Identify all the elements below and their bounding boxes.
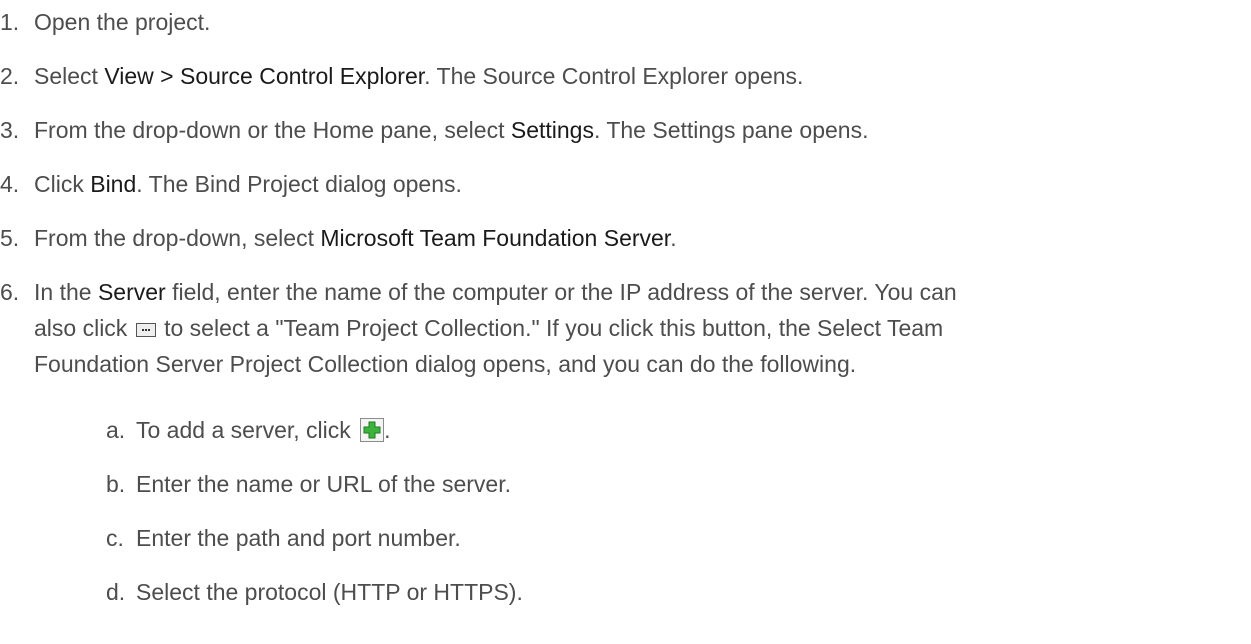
text-segment: In the bbox=[34, 279, 98, 305]
step-text: Click Bind. The Bind Project dialog open… bbox=[34, 166, 462, 202]
text-segment: To add a server, click bbox=[136, 417, 358, 443]
ui-reference: Settings bbox=[510, 117, 594, 143]
ui-reference: View > Source Control Explorer bbox=[104, 63, 425, 89]
text-segment: field, enter the name of the computer or… bbox=[165, 279, 957, 305]
substep-letter: d. bbox=[106, 579, 126, 605]
ui-reference: Server bbox=[97, 279, 166, 305]
text-segment: . The Settings pane opens. bbox=[593, 117, 869, 143]
substep-letter: b. bbox=[106, 471, 126, 497]
substep-text: Select the protocol (HTTP or HTTPS). bbox=[136, 579, 523, 605]
step-number: 3. bbox=[0, 117, 20, 143]
text-segment: also click bbox=[34, 315, 134, 341]
step-text: also click to select a "Team Project Col… bbox=[34, 310, 943, 346]
substep-letter: c. bbox=[106, 525, 124, 551]
ui-reference: Microsoft Team Foundation Server bbox=[320, 225, 671, 251]
text-segment: Select bbox=[34, 63, 105, 89]
step-text: In the Server field, enter the name of t… bbox=[34, 274, 957, 310]
step-number: 4. bbox=[0, 171, 20, 197]
step-text: Open the project. bbox=[34, 9, 211, 35]
substep-text: To add a server, click . bbox=[136, 412, 391, 448]
step-number: 2. bbox=[0, 63, 20, 89]
step-number: 6. bbox=[0, 279, 20, 305]
substep-text: Enter the path and port number. bbox=[136, 525, 461, 551]
text-segment: Click bbox=[34, 171, 91, 197]
text-segment: From the drop-down or the Home pane, sel… bbox=[34, 117, 511, 143]
green-plus-icon bbox=[360, 418, 385, 442]
text-segment: . bbox=[384, 417, 391, 443]
step-text: From the drop-down, select Microsoft Tea… bbox=[34, 220, 677, 256]
step-text: From the drop-down or the Home pane, sel… bbox=[34, 112, 868, 148]
step-number: 1. bbox=[0, 9, 20, 35]
step-text: Select View > Source Control Explorer. T… bbox=[34, 58, 803, 94]
ellipsis-button-icon bbox=[135, 323, 156, 337]
text-segment: to select a "Team Project Collection." I… bbox=[157, 315, 944, 341]
step-number: 5. bbox=[0, 225, 20, 251]
text-segment: . The Source Control Explorer opens. bbox=[424, 63, 804, 89]
step-text: Foundation Server Project Collection dia… bbox=[34, 351, 857, 377]
substep-text: Enter the name or URL of the server. bbox=[136, 471, 511, 497]
ui-reference: Bind bbox=[90, 171, 137, 197]
text-segment: . bbox=[670, 225, 677, 251]
text-segment: . The Bind Project dialog opens. bbox=[136, 171, 462, 197]
text-segment: From the drop-down, select bbox=[34, 225, 321, 251]
substep-letter: a. bbox=[106, 417, 126, 443]
